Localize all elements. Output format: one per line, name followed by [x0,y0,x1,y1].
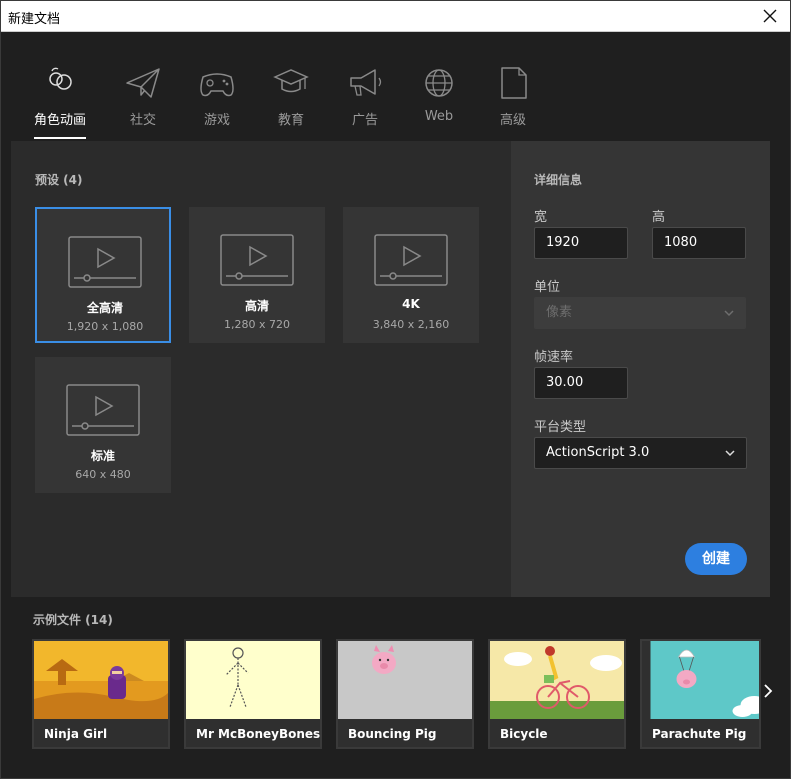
presets-title: 预设 (4) [35,173,83,187]
tab-label: 广告 [351,113,378,128]
video-screen-icon [220,234,294,286]
tab-advanced[interactable]: 高级 [481,65,545,141]
preset-dimensions: 1,280 x 720 [224,318,290,331]
sample-thumbnail [186,641,320,719]
sample-files-section: 示例文件 (14) Ninja Girl Mr McBoneyBones Bou… [11,599,780,769]
width-label: 宽 [534,210,548,225]
megaphone-icon [343,65,387,101]
tab-label: 角色动画 [33,113,86,128]
presets-panel: 预设 (4) 全高清 1,920 x 1,080 高清 1,280 x 720 … [11,141,511,597]
preset-card-standard[interactable]: 标准 640 x 480 [35,357,171,493]
close-icon[interactable] [760,6,780,26]
tab-web[interactable]: Web [407,65,471,141]
preset-card-4k[interactable]: 4K 3,840 x 2,160 [343,207,479,343]
sample-name: Mr McBoneyBones [196,727,321,741]
preset-name: 标准 [90,449,115,463]
preset-dimensions: 3,840 x 2,160 [372,318,450,331]
preset-dimensions: 640 x 480 [75,468,131,481]
video-screen-icon [374,234,448,286]
document-icon [491,65,535,101]
sample-bouncing-pig[interactable]: Bouncing Pig [336,639,474,749]
tab-label: Web [424,109,454,124]
samples-title: 示例文件 (14) [33,613,113,627]
tab-games[interactable]: 游戏 [185,65,249,141]
sample-ninja-girl[interactable]: Ninja Girl [32,639,170,749]
video-screen-icon [68,236,142,288]
sample-mr-mcboneybones[interactable]: Mr McBoneyBones [184,639,322,749]
chevron-right-icon[interactable] [761,683,775,699]
platform-value: ActionScript 3.0 [546,445,650,460]
details-panel: 详细信息 宽 1920 高 1080 单位 像素 帧速率 30.00 平台类型 … [511,141,770,597]
tab-education[interactable]: 教育 [259,65,323,141]
preset-dimensions: 1,920 x 1,080 [66,320,144,333]
units-label: 单位 [534,280,561,295]
sample-name: Bicycle [500,727,548,741]
fps-field[interactable]: 30.00 [534,367,628,399]
fps-label: 帧速率 [534,350,574,365]
active-tab-indicator [34,137,86,139]
character-animation-icon [38,65,82,101]
preset-card-hd[interactable]: 高清 1,280 x 720 [189,207,325,343]
globe-icon [417,65,461,101]
sample-parachute-pig[interactable]: Parachute Pig [640,639,761,749]
category-tabs: 角色动画 社交 游戏 教育 广告 Web 高级 [1,33,790,141]
video-screen-icon [66,384,140,436]
sample-thumbnail [642,641,759,719]
preset-card-full-hd[interactable]: 全高清 1,920 x 1,080 [35,207,171,343]
title-bar: 新建文档 [1,1,790,32]
preset-name: 全高清 [86,301,123,315]
tab-character-animation[interactable]: 角色动画 [28,65,92,141]
sample-thumbnail [34,641,168,719]
tab-label: 高级 [499,113,526,128]
chevron-down-icon [724,310,734,317]
sample-bicycle[interactable]: Bicycle [488,639,626,749]
paper-plane-icon [121,65,165,101]
units-select: 像素 [534,297,746,329]
tab-advertising[interactable]: 广告 [333,65,397,141]
gamepad-icon [195,65,239,101]
dialog-title: 新建文档 [8,12,61,27]
width-field[interactable]: 1920 [534,227,628,259]
details-title: 详细信息 [534,173,583,187]
sample-thumbnail [490,641,624,719]
sample-thumbnail [338,641,472,719]
tab-label: 教育 [277,113,304,128]
platform-label: 平台类型 [534,420,587,435]
units-value: 像素 [546,305,573,320]
sample-name: Ninja Girl [44,727,108,741]
create-button[interactable]: 创建 [685,543,747,575]
tab-label: 游戏 [203,113,230,128]
tab-social[interactable]: 社交 [111,65,175,141]
height-label: 高 [652,210,666,225]
preset-name: 4K [402,297,420,311]
platform-select[interactable]: ActionScript 3.0 [534,437,747,469]
new-document-dialog: 新建文档 角色动画 社交 游戏 教育 广告 Web 高级 预设 (4) 全高清 … [0,0,791,779]
tab-label: 社交 [129,113,156,128]
chevron-down-icon [725,450,735,457]
preset-name: 高清 [244,299,269,313]
sample-name: Parachute Pig [652,727,747,741]
sample-name: Bouncing Pig [348,727,437,741]
graduation-cap-icon [269,65,313,101]
height-field[interactable]: 1080 [652,227,746,259]
